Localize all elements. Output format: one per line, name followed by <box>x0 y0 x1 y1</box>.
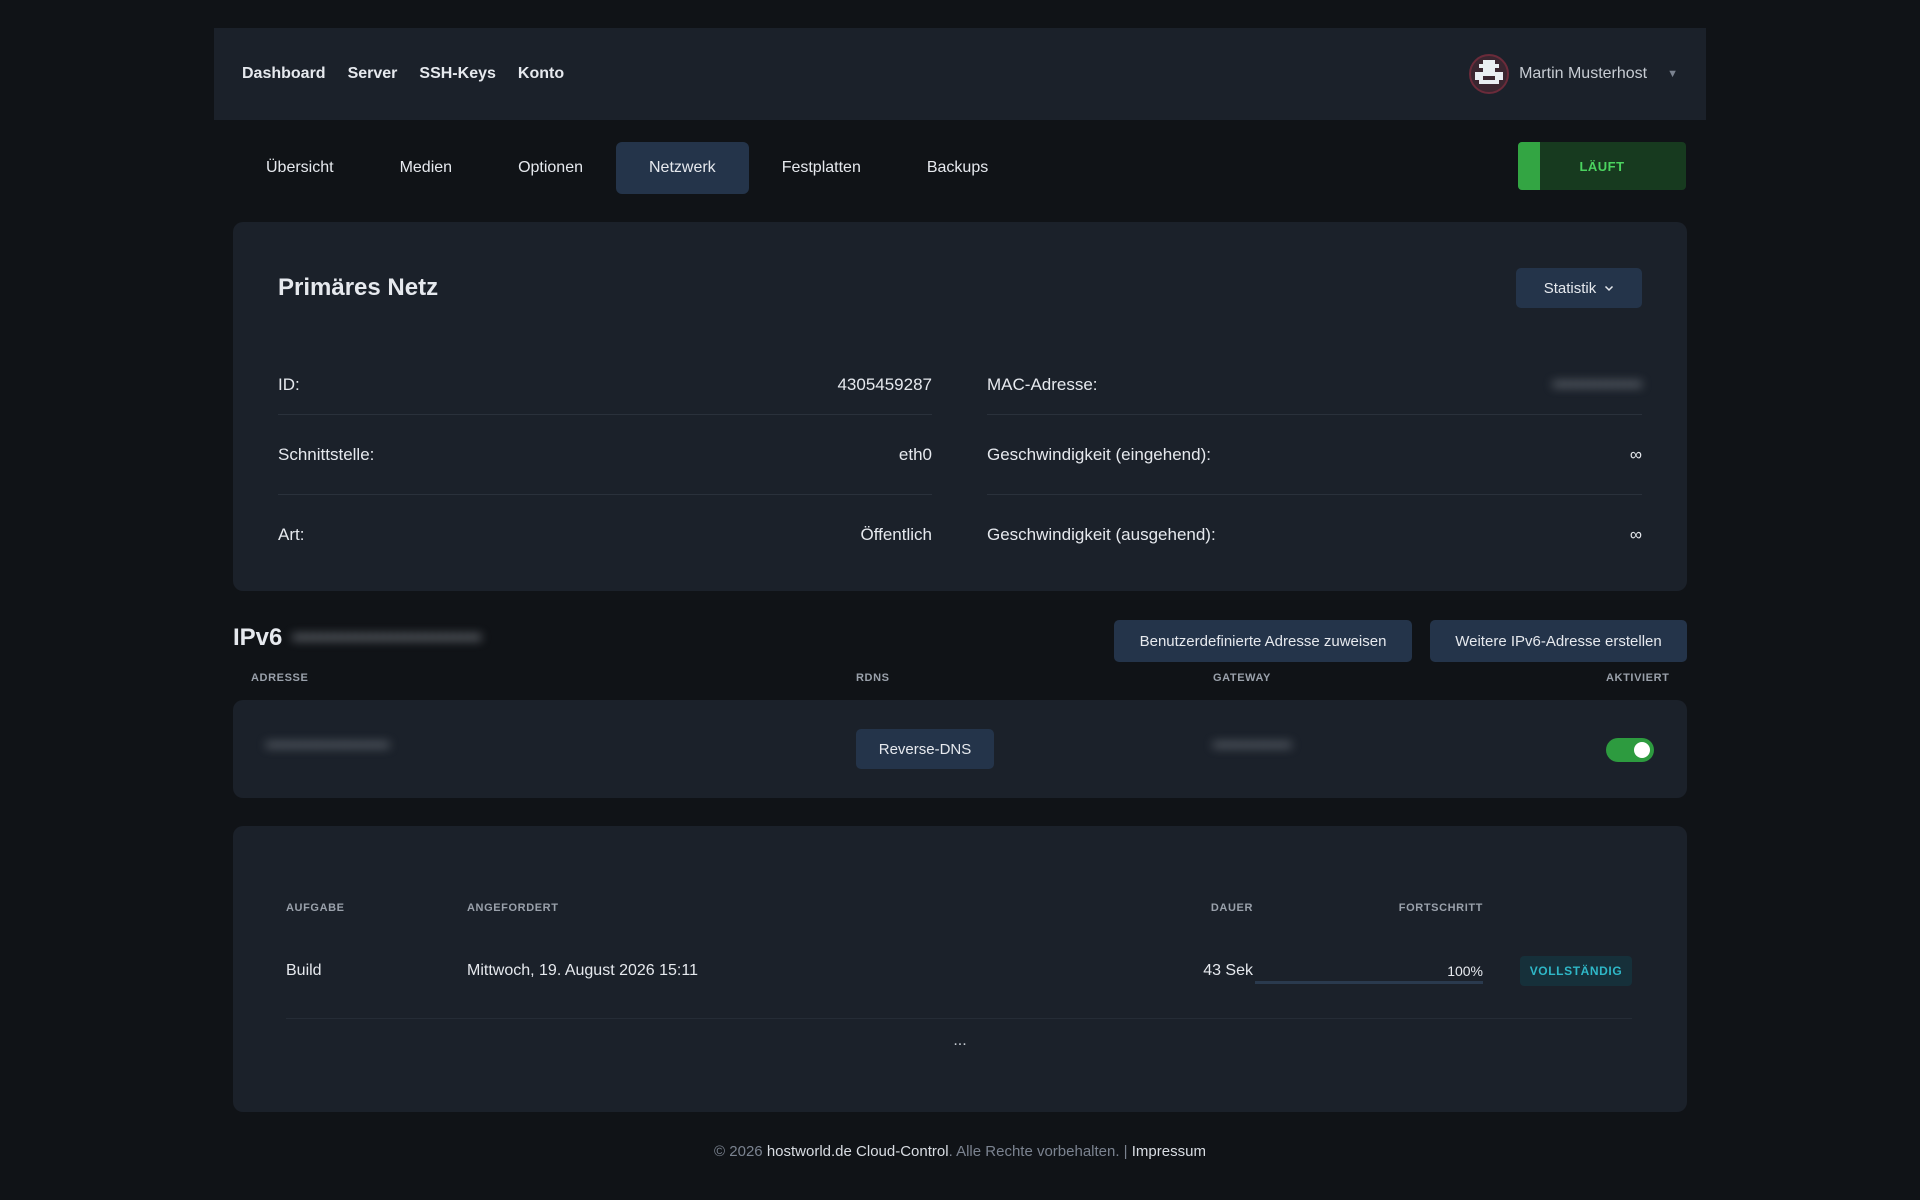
task-divider <box>286 1018 1632 1019</box>
col-address-header: ADRESSE <box>251 672 309 684</box>
speed-out-value: ∞ <box>1629 524 1642 544</box>
footer-rights: . Alle Rechte vorbehalten. | <box>948 1143 1128 1160</box>
nav-konto[interactable]: Konto <box>518 65 564 83</box>
chevron-down-icon <box>1605 285 1614 292</box>
reverse-dns-button[interactable]: Reverse-DNS <box>856 729 994 769</box>
speed-out-row: Geschwindigkeit (ausgehend): ∞ <box>987 495 1642 574</box>
network-interface-row: Schnittstelle: eth0 <box>278 415 932 495</box>
create-ipv6-address-button[interactable]: Weitere IPv6-Adresse erstellen <box>1430 620 1687 662</box>
ipv6-gateway-value: •••••••••••••• <box>1213 737 1292 754</box>
ipv6-address-row: •••••••••••••••••••••• Reverse-DNS •••••… <box>233 700 1687 798</box>
task-progress-fill <box>1255 981 1483 984</box>
top-bar: Dashboard Server SSH-Keys Konto Martin M… <box>214 28 1706 120</box>
mac-address-label: MAC-Adresse: <box>987 375 1098 394</box>
footer-brand-link[interactable]: hostworld.de Cloud-Control <box>767 1143 949 1160</box>
nav-dashboard[interactable]: Dashboard <box>242 65 326 83</box>
network-details-left: ID: 4305459287 Schnittstelle: eth0 Art: … <box>278 375 932 574</box>
footer: © 2026 hostworld.de Cloud-Control. Alle … <box>0 1143 1920 1160</box>
tab-festplatten[interactable]: Festplatten <box>749 142 894 194</box>
col-task-header: AUFGABE <box>286 902 345 914</box>
statistics-button[interactable]: Statistik <box>1516 268 1642 308</box>
main-nav: Dashboard Server SSH-Keys Konto <box>242 65 564 83</box>
mac-address-row: MAC-Adresse: ••••••••••••••• <box>987 375 1642 415</box>
primary-network-card: Primäres Netz Statistik ID: 4305459287 S… <box>233 222 1687 591</box>
task-duration: 43 Sek <box>1203 962 1253 979</box>
network-details-right: MAC-Adresse: ••••••••••••••• Geschwindig… <box>987 375 1642 574</box>
task-progress-bar <box>1255 981 1483 984</box>
server-status-label: LÄUFT <box>1579 158 1625 174</box>
tab-uebersicht[interactable]: Übersicht <box>238 142 367 194</box>
mac-address-value: ••••••••••••••• <box>1552 375 1642 394</box>
user-menu[interactable]: Martin Musterhost ▼ <box>1469 54 1678 94</box>
ipv6-enabled-toggle[interactable] <box>1606 738 1654 762</box>
tab-netzwerk[interactable]: Netzwerk <box>616 142 749 194</box>
tab-optionen[interactable]: Optionen <box>485 142 616 194</box>
tasks-card: AUFGABE ANGEFORDERT DAUER FORTSCHRITT Bu… <box>233 826 1687 1112</box>
col-gateway-header: GATEWAY <box>1213 672 1271 684</box>
network-interface-value: eth0 <box>898 444 932 464</box>
footer-impressum-link[interactable]: Impressum <box>1132 1143 1206 1160</box>
tab-backups[interactable]: Backups <box>894 142 1021 194</box>
server-status-button[interactable]: LÄUFT <box>1518 142 1686 190</box>
nav-server[interactable]: Server <box>348 65 398 83</box>
ipv6-title-label: IPv6 <box>233 624 283 651</box>
assign-custom-address-button[interactable]: Benutzerdefinierte Adresse zuweisen <box>1114 620 1412 662</box>
col-progress-header: FORTSCHRITT <box>1398 902 1483 914</box>
col-rdns-header: RDNS <box>856 672 890 684</box>
footer-copyright: © 2026 <box>714 1143 763 1160</box>
task-name: Build <box>286 962 322 979</box>
network-id-label: ID: <box>278 375 300 394</box>
user-name: Martin Musterhost <box>1519 65 1648 82</box>
speed-in-label: Geschwindigkeit (eingehend): <box>987 444 1211 464</box>
network-id-value: 4305459287 <box>837 375 932 394</box>
network-id-row: ID: 4305459287 <box>278 375 932 415</box>
ipv6-title: IPv6 ••••••••••••••••••••••••••• <box>233 624 481 652</box>
network-type-row: Art: Öffentlich <box>278 495 932 574</box>
load-more-tasks[interactable]: ... <box>233 1032 1687 1050</box>
network-type-value: Öffentlich <box>860 524 932 544</box>
col-duration-header: DAUER <box>1210 902 1253 914</box>
task-status-badge: VOLLSTÄNDIG <box>1520 956 1632 986</box>
ipv6-address-value: •••••••••••••••••••••• <box>266 737 390 754</box>
avatar-identicon-icon <box>1475 60 1504 84</box>
network-interface-label: Schnittstelle: <box>278 444 375 464</box>
tab-medien[interactable]: Medien <box>367 142 485 194</box>
primary-network-title: Primäres Netz <box>278 274 439 301</box>
server-tabs: Übersicht Medien Optionen Netzwerk Festp… <box>238 142 1021 194</box>
nav-ssh-keys[interactable]: SSH-Keys <box>419 65 495 83</box>
ipv6-subnet-value: ••••••••••••••••••••••••••• <box>292 626 482 649</box>
speed-out-label: Geschwindigkeit (ausgehend): <box>987 524 1216 544</box>
task-progress-percent: 100% <box>1447 963 1483 979</box>
statistics-label: Statistik <box>1543 279 1597 297</box>
speed-in-value: ∞ <box>1629 444 1642 464</box>
avatar <box>1469 54 1510 94</box>
task-requested: Mittwoch, 19. August 2026 15:11 <box>467 962 698 979</box>
caret-down-icon: ▼ <box>1667 68 1678 80</box>
col-enabled-header: AKTIVIERT <box>1606 672 1670 684</box>
speed-in-row: Geschwindigkeit (eingehend): ∞ <box>987 415 1642 495</box>
ipv6-header: IPv6 ••••••••••••••••••••••••••• Benutze… <box>233 620 1687 664</box>
network-type-label: Art: <box>278 524 305 544</box>
col-requested-header: ANGEFORDERT <box>467 902 559 914</box>
